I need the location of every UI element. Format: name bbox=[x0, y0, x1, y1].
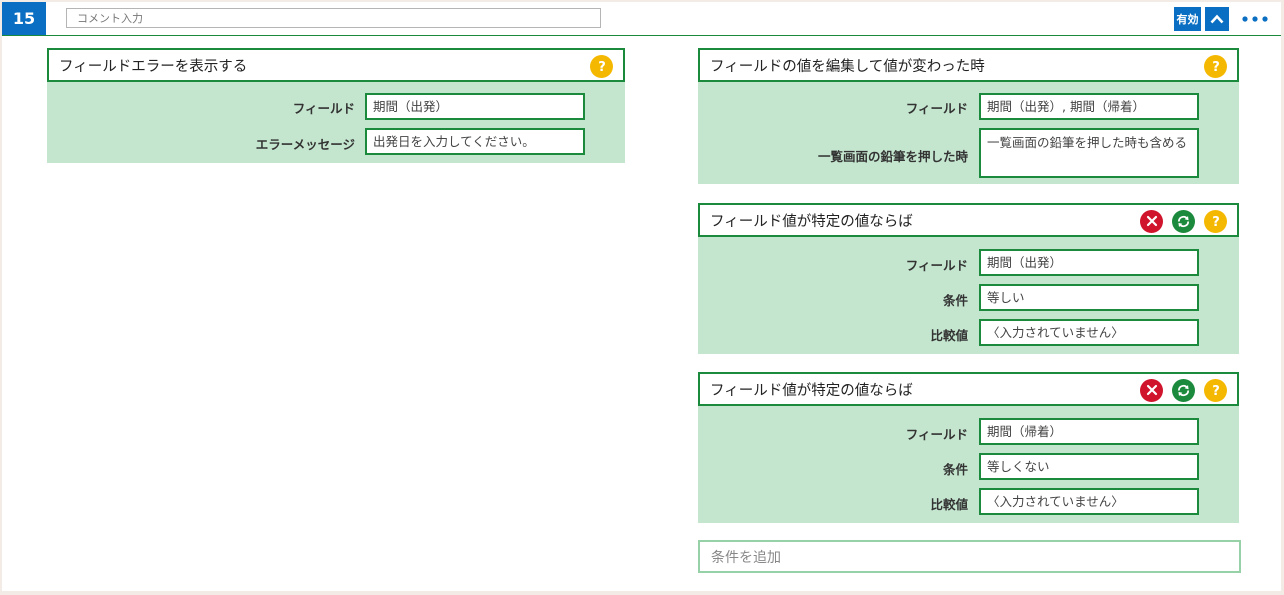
row-label-compare-value: 比較値 bbox=[930, 328, 968, 343]
row-label-list-pencil: 一覧画面の鉛筆を押した時 bbox=[817, 149, 968, 164]
chevron-up-icon bbox=[1210, 14, 1224, 24]
row-label-condition: 条件 bbox=[942, 293, 968, 308]
help-icon[interactable]: ? bbox=[590, 54, 613, 78]
svg-text:?: ? bbox=[1212, 384, 1220, 397]
help-icon[interactable]: ? bbox=[1204, 54, 1227, 78]
more-icon bbox=[1242, 16, 1268, 22]
condition-block-title: フィールド値が特定の値ならば bbox=[710, 213, 913, 230]
field-value[interactable]: 期間（出発） bbox=[979, 249, 1199, 276]
delete-icon[interactable] bbox=[1140, 209, 1163, 233]
row-label-condition: 条件 bbox=[942, 462, 968, 477]
svg-text:?: ? bbox=[598, 60, 606, 73]
svg-text:?: ? bbox=[1212, 60, 1220, 73]
help-icon[interactable]: ? bbox=[1204, 209, 1227, 233]
delete-icon[interactable] bbox=[1140, 378, 1163, 402]
valid-toggle-button[interactable]: 有効 bbox=[1174, 7, 1201, 31]
row-label-error-message: エラーメッセージ bbox=[255, 137, 355, 152]
action-block-header: フィールドエラーを表示する ? bbox=[47, 48, 625, 82]
add-condition-button[interactable]: 条件を追加 bbox=[698, 540, 1241, 573]
field-value[interactable]: 期間（出発） bbox=[365, 93, 585, 120]
field-value[interactable]: 期間（出発）, 期間（帰着） bbox=[979, 93, 1199, 120]
row-label-field: フィールド bbox=[905, 427, 968, 442]
condition-block-header: フィールド値が特定の値ならば ? bbox=[698, 372, 1239, 406]
trigger-block-value-changed: フィールドの値を編集して値が変わった時 ? フィールド 期間（出発）, 期間（帰… bbox=[698, 48, 1239, 184]
more-button[interactable] bbox=[1240, 9, 1270, 29]
row-label-field: フィールド bbox=[905, 258, 968, 273]
refresh-icon[interactable] bbox=[1172, 209, 1195, 233]
action-block-show-field-error: フィールドエラーを表示する ? フィールド 期間（出発） エラーメッセージ 出発… bbox=[47, 48, 625, 163]
row-label-field: フィールド bbox=[292, 101, 355, 116]
condition-block-field-not-equals: フィールド値が特定の値ならば ? フィールド 期間（帰着） 条件 等しくない 比… bbox=[698, 372, 1239, 523]
condition-block-title: フィールド値が特定の値ならば bbox=[710, 382, 913, 399]
rule-header: 15 有効 bbox=[2, 2, 1281, 36]
trigger-block-header: フィールドの値を編集して値が変わった時 ? bbox=[698, 48, 1239, 82]
field-value[interactable]: 期間（帰着） bbox=[979, 418, 1199, 445]
refresh-icon[interactable] bbox=[1172, 378, 1195, 402]
rule-number: 15 bbox=[2, 2, 46, 35]
condition-block-header: フィールド値が特定の値ならば ? bbox=[698, 203, 1239, 237]
comment-input[interactable] bbox=[66, 8, 601, 28]
compare-value[interactable]: 〈入力されていません〉 bbox=[979, 319, 1199, 346]
row-label-field: フィールド bbox=[905, 101, 968, 116]
list-pencil-option-value[interactable]: 一覧画面の鉛筆を押した時も含める bbox=[979, 128, 1199, 178]
compare-value[interactable]: 〈入力されていません〉 bbox=[979, 488, 1199, 515]
svg-text:?: ? bbox=[1212, 215, 1220, 228]
row-label-compare-value: 比較値 bbox=[930, 497, 968, 512]
condition-block-field-equals: フィールド値が特定の値ならば ? フィールド 期間（出発） 条件 等しい 比較値… bbox=[698, 203, 1239, 354]
condition-value[interactable]: 等しくない bbox=[979, 453, 1199, 480]
trigger-block-title: フィールドの値を編集して値が変わった時 bbox=[710, 58, 985, 75]
action-block-title: フィールドエラーを表示する bbox=[59, 58, 248, 75]
condition-value[interactable]: 等しい bbox=[979, 284, 1199, 311]
error-message-value[interactable]: 出発日を入力してください。 bbox=[365, 128, 585, 155]
rule-panel: 15 有効 フィールドエラーを表示する ? フィールド 期間（ bbox=[2, 2, 1281, 591]
collapse-button[interactable] bbox=[1205, 7, 1229, 31]
help-icon[interactable]: ? bbox=[1204, 378, 1227, 402]
